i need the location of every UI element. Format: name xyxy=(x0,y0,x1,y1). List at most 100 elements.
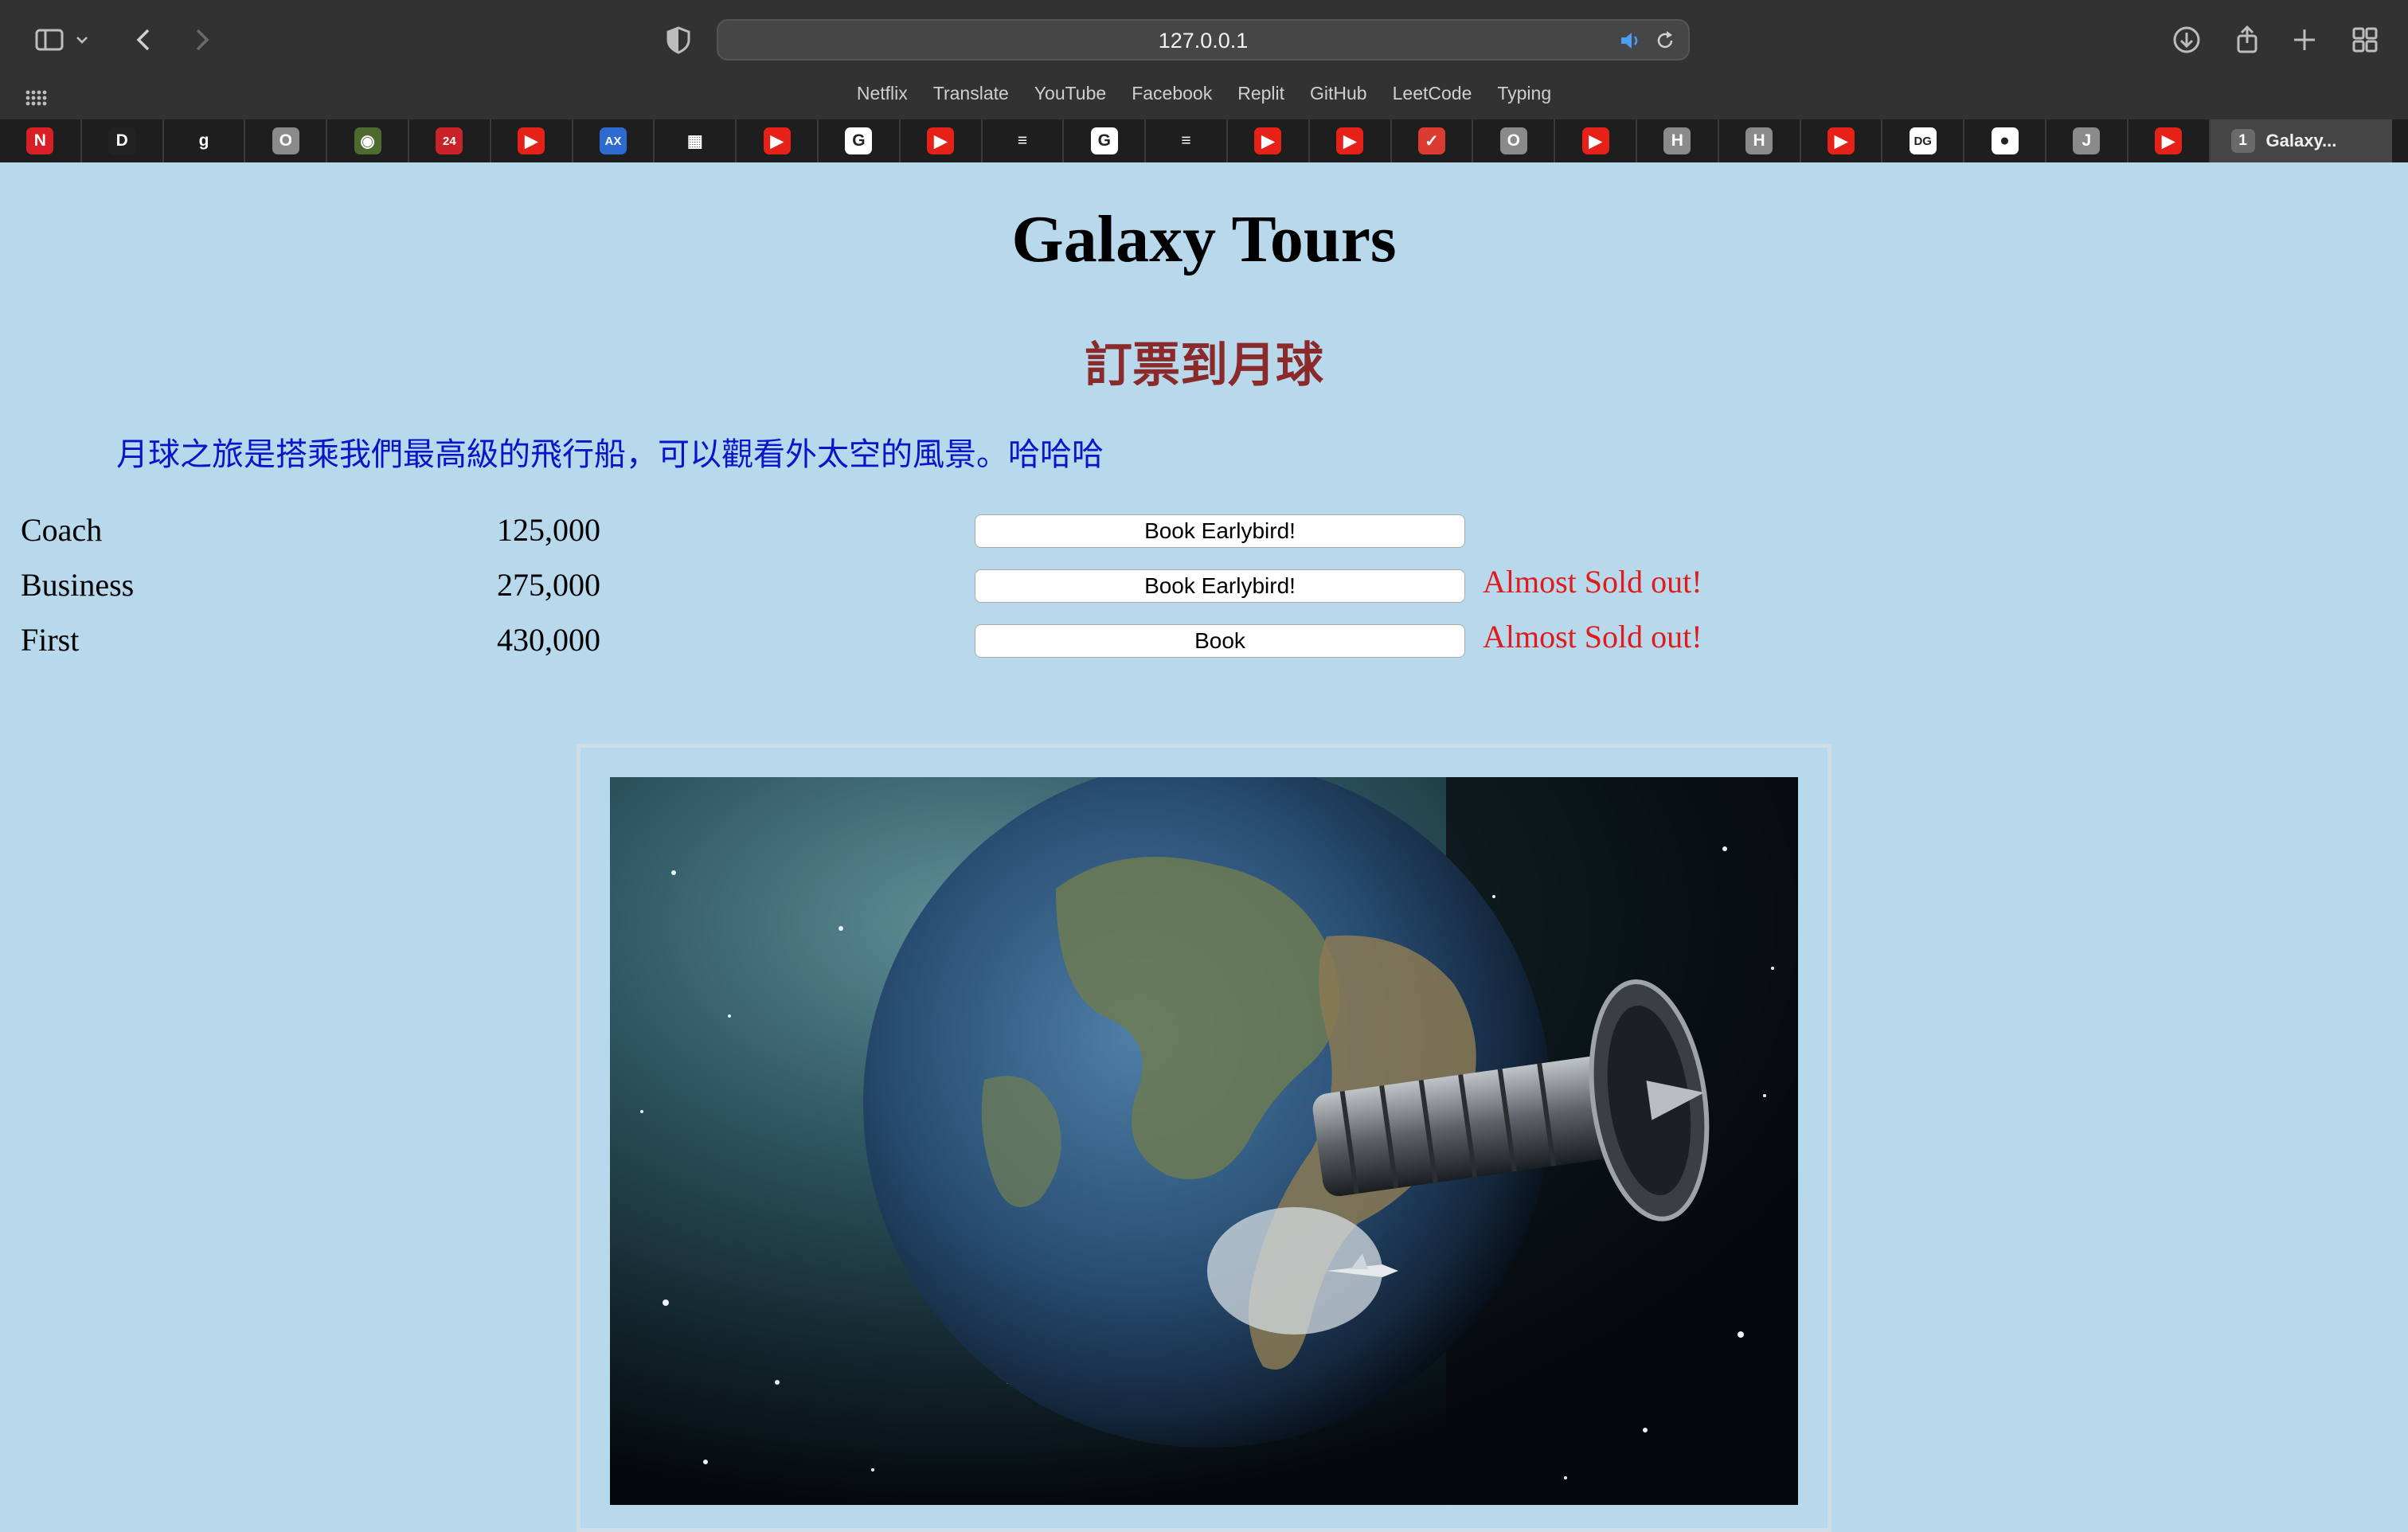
tab-1[interactable]: D xyxy=(82,119,164,162)
tab-9[interactable]: ▶ xyxy=(737,119,819,162)
fare-class: Business xyxy=(21,567,135,603)
owl-icon: ◉ xyxy=(354,127,381,154)
bookmark-facebook[interactable]: Facebook xyxy=(1132,83,1212,104)
stackoverflow-icon: ≡ xyxy=(1172,127,1200,154)
new-tab-icon[interactable] xyxy=(2282,18,2327,62)
tab-2[interactable]: g xyxy=(164,119,246,162)
book-button[interactable]: Book Earlybird! xyxy=(975,514,1465,548)
bookmark-replit[interactable]: Replit xyxy=(1237,83,1284,104)
todoist-icon: ✓ xyxy=(1417,127,1445,154)
tab-12[interactable]: ≡ xyxy=(983,119,1065,162)
tab-strip: N Dg O ◉ 24 ▶ AX ▦ ▶ G ▶ ≡ G ≡ ▶ ▶ ✓ O ▶ H H ▶ DG ● J ▶ 1 Galaxy.… xyxy=(0,119,2408,162)
privacy-shield-icon[interactable] xyxy=(656,18,701,62)
speaker-icon[interactable] xyxy=(1618,29,1642,57)
youtube-icon: ▶ xyxy=(1254,127,1282,154)
fare-class: Coach xyxy=(21,512,103,548)
share-icon[interactable] xyxy=(2225,18,2269,62)
tab-3[interactable]: O xyxy=(245,119,328,162)
tab-19[interactable]: ▶ xyxy=(1555,119,1637,162)
reload-icon[interactable] xyxy=(1653,29,1677,57)
fare-price: 275,000 xyxy=(497,567,600,603)
tab-6[interactable]: ▶ xyxy=(491,119,573,162)
tab-7[interactable]: AX xyxy=(573,119,655,162)
tab-22[interactable]: ▶ xyxy=(1801,119,1883,162)
o-icon: O xyxy=(272,127,299,154)
fare-row-business: Business 275,000 Book Earlybird! Almost … xyxy=(0,561,2408,609)
youtube-icon: ▶ xyxy=(1827,127,1855,154)
downloads-icon[interactable] xyxy=(2164,18,2209,62)
spaceship-earth-image xyxy=(610,777,1798,1505)
tab-16[interactable]: ▶ xyxy=(1310,119,1392,162)
tab-23[interactable]: DG xyxy=(1882,119,1965,162)
page-subtitle: 訂票到月球 xyxy=(1085,338,1323,393)
github-icon: ● xyxy=(1991,127,2019,154)
j-icon: J xyxy=(2073,127,2101,154)
tab-25[interactable]: J xyxy=(2046,119,2128,162)
tab-13[interactable]: G xyxy=(1064,119,1147,162)
youtube-icon: ▶ xyxy=(518,127,545,154)
fare-row-first: First 430,000 Book Almost Sold out! xyxy=(0,616,2408,664)
fare-price: 430,000 xyxy=(497,622,600,658)
tab-21[interactable]: H xyxy=(1719,119,1801,162)
o-icon: O xyxy=(1499,127,1527,154)
tab-8[interactable]: ▦ xyxy=(655,119,737,162)
netflix-icon: N xyxy=(26,127,54,154)
back-icon[interactable] xyxy=(123,18,167,62)
tab-11[interactable]: ▶ xyxy=(901,119,983,162)
bookmark-youtube[interactable]: YouTube xyxy=(1034,83,1106,104)
page-title: Galaxy Tours xyxy=(1011,202,1397,276)
youtube-icon: ▶ xyxy=(763,127,791,154)
tab-15[interactable]: ▶ xyxy=(1228,119,1310,162)
tab-18[interactable]: O xyxy=(1473,119,1556,162)
google-icon: G xyxy=(845,127,873,154)
tab-14[interactable]: ≡ xyxy=(1146,119,1228,162)
sold-out-note: Almost Sold out! xyxy=(1483,564,1702,600)
address-url: 127.0.0.1 xyxy=(1158,29,1249,53)
h-icon: H xyxy=(1745,127,1773,154)
youtube-icon: ▶ xyxy=(1336,127,1364,154)
tour-description: 月球之旅是搭乘我們最高級的飛行船，可以觀看外太空的風景。哈哈哈 xyxy=(116,436,1104,473)
tab-17[interactable]: ✓ xyxy=(1392,119,1474,162)
forward-icon[interactable] xyxy=(178,18,223,62)
bookmarks-list: Netflix Translate YouTube Facebook Replit Git… xyxy=(0,83,2408,104)
youtube-icon: ▶ xyxy=(1581,127,1609,154)
address-bar[interactable]: 127.0.0.1 xyxy=(717,19,1690,61)
tab-title: Galaxy... xyxy=(2265,131,2337,150)
fare-price: 125,000 xyxy=(497,512,600,548)
bookmark-github[interactable]: GitHub xyxy=(1310,83,1367,104)
sidebar-toggle-icon[interactable] xyxy=(27,18,72,62)
youtube-icon: ▶ xyxy=(2155,127,2183,154)
dg-icon: DG xyxy=(1909,127,1937,154)
chevron-down-icon[interactable] xyxy=(70,18,94,62)
bookmark-translate[interactable]: Translate xyxy=(933,83,1009,104)
bookmark-typing[interactable]: Typing xyxy=(1497,83,1551,104)
tab-4[interactable]: ◉ xyxy=(327,119,409,162)
g-icon: g xyxy=(190,127,217,154)
tab-galaxy-tours[interactable]: 1 Galaxy... xyxy=(2210,119,2392,162)
dashlane-icon: D xyxy=(108,127,136,154)
tab-overview-icon[interactable] xyxy=(2343,18,2387,62)
tab-0[interactable]: N xyxy=(0,119,82,162)
browser-toolbar: 127.0.0.1 xyxy=(0,0,2408,80)
tab-10[interactable]: G xyxy=(819,119,901,162)
page-content: Galaxy Tours 訂票到月球 月球之旅是搭乘我們最高級的飛行船，可以觀看… xyxy=(0,162,2408,1532)
24-icon: 24 xyxy=(436,127,463,154)
book-button[interactable]: Book Earlybird! xyxy=(975,569,1465,603)
amex-icon: AX xyxy=(599,127,627,154)
microsoft-icon: ▦ xyxy=(681,127,709,154)
tab-badge: 1 xyxy=(2230,129,2255,153)
tab-5[interactable]: 24 xyxy=(409,119,491,162)
browser-chrome: 127.0.0.1 Netflix Translate YouTube Face… xyxy=(0,0,2408,162)
bookmark-leetcode[interactable]: LeetCode xyxy=(1393,83,1472,104)
h-icon: H xyxy=(1663,127,1691,154)
fare-class: First xyxy=(21,622,80,658)
bookmarks-bar: Netflix Translate YouTube Facebook Replit Git… xyxy=(0,80,2408,119)
bookmark-netflix[interactable]: Netflix xyxy=(857,83,908,104)
tab-24[interactable]: ● xyxy=(1964,119,2046,162)
tab-20[interactable]: H xyxy=(1637,119,1719,162)
book-button[interactable]: Book xyxy=(975,624,1465,658)
tab-26[interactable]: ▶ xyxy=(2128,119,2211,162)
google-icon: G xyxy=(1090,127,1118,154)
sold-out-note: Almost Sold out! xyxy=(1483,619,1702,655)
fare-row-coach: Coach 125,000 Book Earlybird! xyxy=(0,506,2408,554)
